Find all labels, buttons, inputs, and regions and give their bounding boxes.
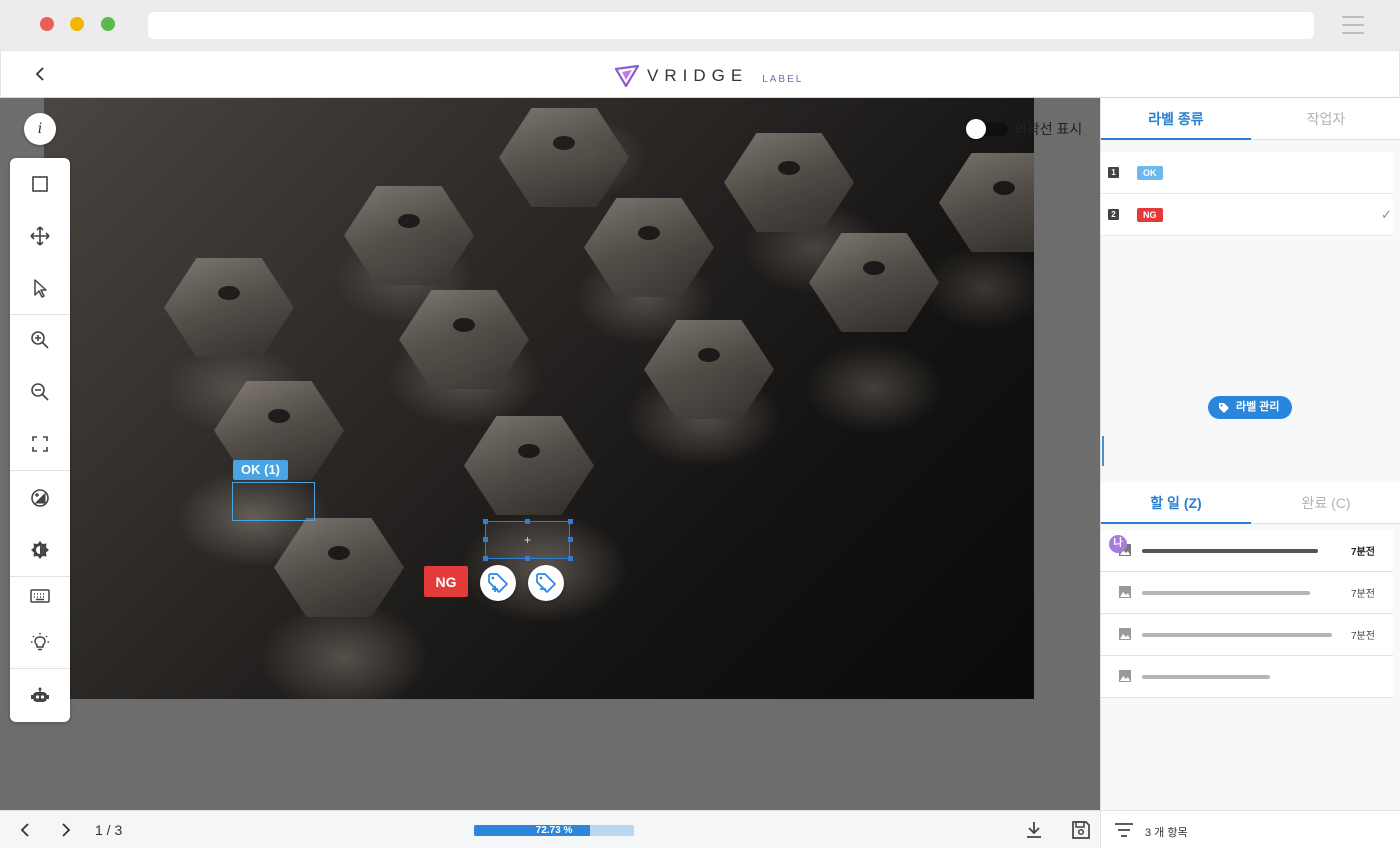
crosshair-icon: + [524, 533, 532, 547]
app-logo: VRIDGE LABEL [615, 65, 803, 87]
task-name-placeholder [1142, 633, 1332, 637]
ok-annotation-tag[interactable]: OK (1) [233, 460, 288, 480]
label-chip: NG [1137, 208, 1163, 222]
ok-bounding-box[interactable] [232, 482, 315, 521]
label-manage-button[interactable]: 라벨 관리 [1208, 396, 1292, 419]
resize-handle[interactable] [483, 556, 488, 561]
save-icon[interactable] [1071, 820, 1091, 840]
task-item[interactable]: 7분전 [1101, 614, 1393, 656]
side-panel: 라벨 종류 작업자 1 OK 2 NG ✓ 라벨 관리 할 일 (Z) 완료 (… [1100, 98, 1400, 848]
resize-handle[interactable] [568, 537, 573, 542]
outline-toggle[interactable]: 외곽선 표시 [966, 119, 1082, 139]
label-manage-text: 라벨 관리 [1236, 401, 1280, 413]
task-item[interactable]: 7분전 [1101, 572, 1393, 614]
task-item[interactable]: 나 7분전 [1101, 530, 1393, 572]
menu-icon[interactable] [1342, 16, 1364, 34]
previous-image-icon[interactable] [18, 822, 34, 838]
check-icon: ✓ [1381, 207, 1392, 222]
label-tabs: 라벨 종류 작업자 [1101, 98, 1400, 140]
browser-chrome [0, 0, 1400, 50]
progress-bar: 72.73 % [474, 825, 634, 836]
task-time: 7분전 [1351, 589, 1375, 600]
resize-handle[interactable] [525, 519, 530, 524]
image-icon [1119, 586, 1131, 598]
label-item-ok[interactable]: 1 OK [1101, 152, 1393, 194]
toggle-label: 외곽선 표시 [1014, 121, 1083, 137]
page-indicator: 1 / 3 [95, 822, 123, 838]
task-name-placeholder [1142, 675, 1270, 679]
bulb-icon[interactable] [10, 622, 70, 662]
tag-add-icon [488, 573, 508, 593]
panel-footer: 3 개 항목 [1101, 810, 1400, 848]
label-item-ng[interactable]: 2 NG ✓ [1101, 194, 1393, 236]
progress-text: 72.73 % [535, 825, 573, 836]
rectangle-icon[interactable] [10, 164, 70, 204]
ng-annotation-tag[interactable]: NG [424, 566, 468, 597]
remove-tag-button[interactable] [528, 565, 564, 601]
keyboard-icon[interactable] [10, 576, 70, 616]
vridge-logo-icon [615, 65, 639, 87]
zoom-out-icon[interactable] [10, 372, 70, 412]
filter-icon[interactable] [1115, 823, 1133, 837]
tab-done[interactable]: 완료 (C) [1251, 482, 1400, 524]
app-title: VRIDGE [647, 66, 749, 85]
resize-handle[interactable] [568, 556, 573, 561]
task-time: 7분전 [1351, 547, 1375, 558]
resize-handle[interactable] [483, 537, 488, 542]
maximize-window-button[interactable] [101, 17, 115, 31]
task-time: 7분전 [1351, 631, 1375, 642]
bottom-bar: 1 / 3 72.73 % [0, 810, 1100, 848]
inspection-image[interactable] [44, 98, 1034, 699]
add-tag-button[interactable] [480, 565, 516, 601]
app-subtitle: LABEL [762, 73, 804, 85]
resize-handle[interactable] [568, 519, 573, 524]
shortcut-key: 2 [1108, 209, 1119, 220]
shortcut-key: 1 [1108, 167, 1119, 178]
item-count: 3 개 항목 [1145, 827, 1188, 839]
download-icon[interactable] [1024, 820, 1044, 840]
task-tabs: 할 일 (Z) 완료 (C) [1101, 482, 1400, 524]
tool-palette [10, 158, 70, 722]
tab-label-types[interactable]: 라벨 종류 [1101, 98, 1251, 140]
toggle-switch[interactable] [966, 119, 1008, 139]
app-header: VRIDGE LABEL [0, 50, 1400, 98]
task-name-placeholder [1142, 549, 1318, 553]
next-image-icon[interactable] [57, 822, 73, 838]
tab-workers[interactable]: 작업자 [1251, 98, 1400, 140]
avatar: 나 [1109, 535, 1127, 553]
robot-icon[interactable] [10, 676, 70, 716]
resize-handle[interactable] [525, 556, 530, 561]
image-icon [1119, 628, 1131, 640]
brightness-icon[interactable] [10, 530, 70, 570]
address-bar[interactable] [148, 12, 1314, 39]
tab-todo[interactable]: 할 일 (Z) [1101, 482, 1251, 524]
resize-handle[interactable] [483, 519, 488, 524]
back-arrow-icon[interactable] [33, 66, 49, 82]
image-icon [1119, 670, 1131, 682]
panel-resize-handle[interactable] [1102, 436, 1104, 466]
tag-icon [1219, 402, 1229, 413]
contrast-icon[interactable] [10, 478, 70, 518]
zoom-in-icon[interactable] [10, 320, 70, 360]
canvas-workspace[interactable] [0, 98, 1100, 810]
fit-screen-icon[interactable] [10, 424, 70, 464]
pointer-icon[interactable] [10, 268, 70, 308]
info-button[interactable]: i [24, 113, 56, 145]
minimize-window-button[interactable] [70, 17, 84, 31]
label-chip: OK [1137, 166, 1163, 180]
close-window-button[interactable] [40, 17, 54, 31]
task-item[interactable] [1101, 656, 1393, 698]
move-icon[interactable] [10, 216, 70, 256]
tag-remove-icon [536, 573, 556, 593]
task-name-placeholder [1142, 591, 1310, 595]
